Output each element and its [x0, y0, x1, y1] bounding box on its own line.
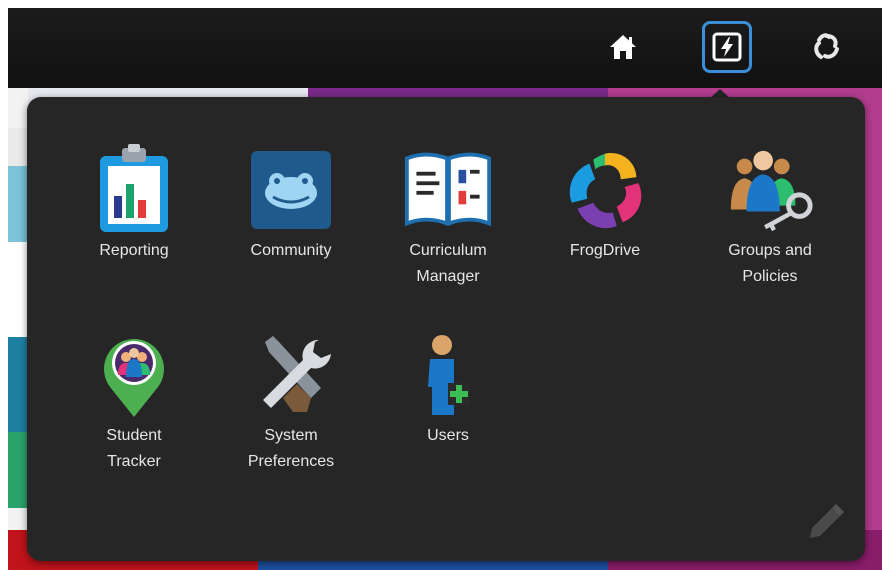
- system-preferences-icon: [263, 336, 331, 412]
- users-icon: [428, 335, 470, 415]
- app-groups-and-policies[interactable]: Groups and Policies: [710, 144, 830, 290]
- curriculum-manager-icon: [404, 152, 492, 227]
- app-users[interactable]: Users: [388, 329, 508, 449]
- home-icon: [610, 35, 636, 59]
- app-system-preferences[interactable]: System Preferences: [231, 329, 351, 475]
- app-label: Users: [427, 427, 469, 444]
- app-curriculum-manager[interactable]: Curriculum Manager: [388, 144, 508, 290]
- app-label: Groups and Policies: [728, 242, 812, 285]
- student-tracker-icon: [104, 339, 164, 417]
- app-community[interactable]: Community: [231, 144, 351, 264]
- apps-icon: [712, 32, 742, 62]
- groups-policies-icon: [730, 150, 813, 232]
- community-icon: [251, 151, 331, 229]
- app-label: Student Tracker: [106, 427, 162, 470]
- pencil-icon: [810, 504, 844, 538]
- apps-button-highlight: [702, 21, 752, 73]
- app-label: System Preferences: [247, 427, 335, 470]
- reporting-icon: [100, 144, 168, 232]
- app-frogdrive[interactable]: FrogDrive: [545, 144, 665, 264]
- app-student-tracker[interactable]: Student Tracker: [74, 329, 194, 475]
- home-button[interactable]: [598, 22, 648, 72]
- apps-button[interactable]: [702, 21, 752, 73]
- apps-panel: Reporting Community Curriculum Manager F…: [27, 97, 865, 561]
- frog-menu-button[interactable]: [802, 22, 852, 72]
- app-label: Curriculum Manager: [409, 242, 487, 285]
- app-label: Reporting: [99, 242, 169, 259]
- frogdrive-icon: [569, 153, 642, 229]
- app-label: FrogDrive: [569, 242, 641, 259]
- edit-button[interactable]: [801, 501, 847, 547]
- app-reporting[interactable]: Reporting: [74, 144, 194, 264]
- top-navigation-bar: [8, 8, 882, 88]
- app-label: Community: [250, 242, 332, 259]
- frog-icon: [814, 33, 839, 59]
